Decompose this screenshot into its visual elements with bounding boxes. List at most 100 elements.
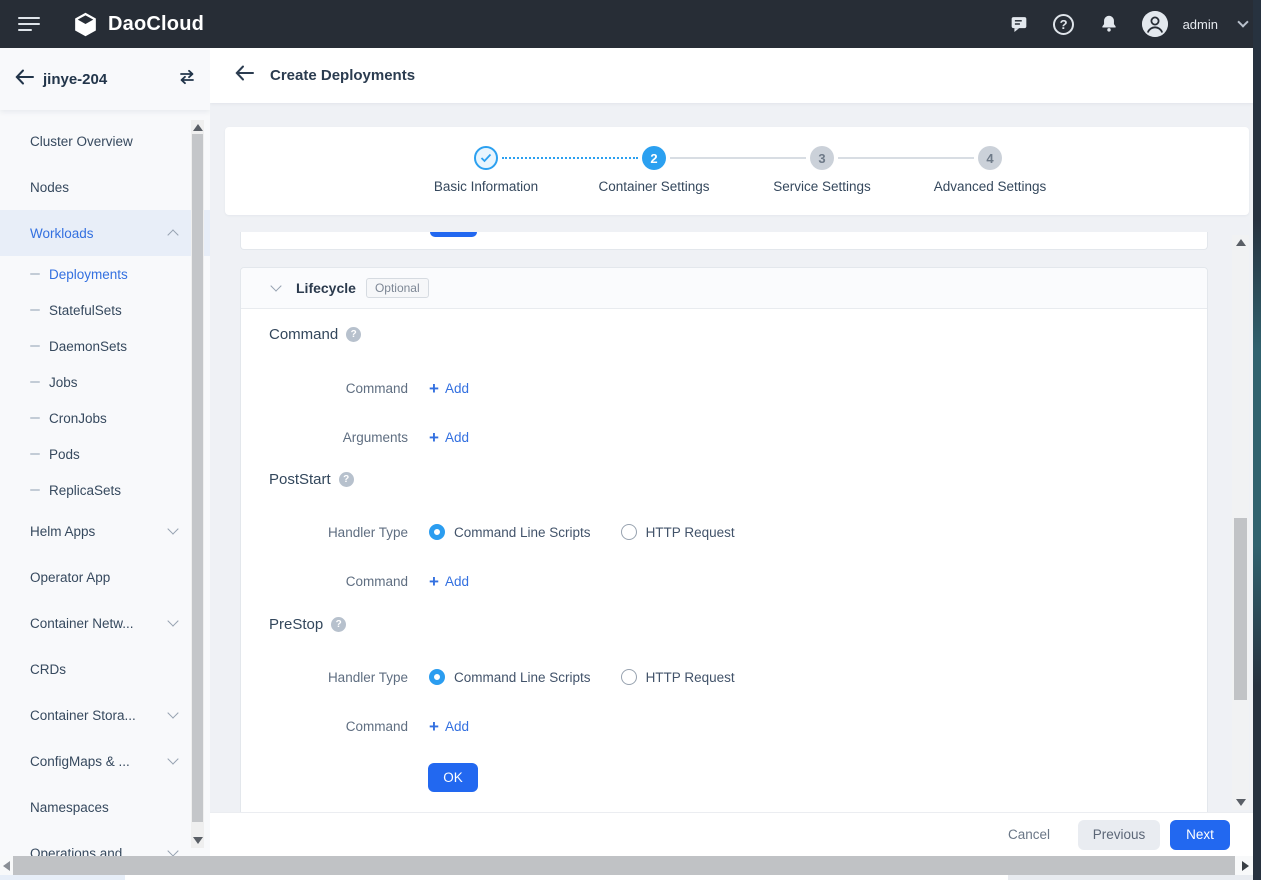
sidebar-item-label: ConfigMaps & ... xyxy=(30,754,130,769)
switch-cluster-icon[interactable] xyxy=(178,69,196,90)
sidebar-item-label: Pods xyxy=(49,447,80,462)
header-actions: ? admin xyxy=(1007,0,1247,48)
field-label: Handler Type xyxy=(241,670,408,685)
wizard-footer: Cancel Previous Next xyxy=(210,812,1253,856)
prestop-heading: PreStop ? xyxy=(269,616,346,633)
sidebar-item-crds[interactable]: CRDs xyxy=(0,646,210,692)
ok-button-partial[interactable] xyxy=(430,232,477,237)
step-label: Service Settings xyxy=(742,179,902,194)
sidebar-item-replicasets[interactable]: ReplicaSets xyxy=(0,472,210,508)
back-arrow-icon[interactable] xyxy=(235,65,254,86)
back-arrow-icon[interactable] xyxy=(15,69,34,90)
dash-icon xyxy=(30,381,40,383)
chevron-down-icon xyxy=(167,753,178,764)
lifecycle-section-header[interactable]: Lifecycle Optional xyxy=(241,268,1207,309)
radio-command-line-scripts[interactable] xyxy=(429,669,445,685)
sidebar-item-deployments[interactable]: Deployments xyxy=(0,256,210,292)
brand-logo[interactable]: DaoCloud xyxy=(72,11,204,38)
dash-icon xyxy=(30,453,40,455)
chevron-up-icon xyxy=(167,229,178,240)
scrollbar-thumb[interactable] xyxy=(13,856,1235,875)
lifecycle-card: Lifecycle Optional Command ? Command + A… xyxy=(240,267,1208,813)
sidebar-item-label: Cluster Overview xyxy=(30,134,133,149)
sidebar-item-configmaps[interactable]: ConfigMaps & ... xyxy=(0,738,210,784)
scroll-up-icon[interactable] xyxy=(193,124,203,131)
previous-button[interactable]: Previous xyxy=(1078,820,1160,850)
help-icon[interactable]: ? xyxy=(1052,12,1076,36)
next-button[interactable]: Next xyxy=(1170,820,1230,850)
scrollbar-thumb[interactable] xyxy=(1234,518,1247,700)
radio-label: Command Line Scripts xyxy=(454,525,591,540)
daocloud-cube-icon xyxy=(72,11,99,38)
page-vertical-scrollbar[interactable] xyxy=(1253,0,1261,880)
notification-bell-icon[interactable] xyxy=(1097,12,1121,36)
sidebar-item-namespaces[interactable]: Namespaces xyxy=(0,784,210,830)
poststart-command-row: Command + Add xyxy=(241,569,469,593)
sidebar-item-cluster-overview[interactable]: Cluster Overview xyxy=(0,118,210,164)
sidebar-item-jobs[interactable]: Jobs xyxy=(0,364,210,400)
check-icon xyxy=(480,153,492,163)
step-circle-2: 2 xyxy=(642,146,666,170)
help-icon[interactable]: ? xyxy=(339,472,354,487)
radio-command-line-scripts[interactable] xyxy=(429,524,445,540)
add-prestop-command-button[interactable]: + Add xyxy=(429,718,469,735)
sidebar-item-label: Jobs xyxy=(49,375,78,390)
sidebar: jinye-204 Cluster Overview Nodes Workloads… xyxy=(0,48,210,880)
help-icon[interactable]: ? xyxy=(331,617,346,632)
radio-label: HTTP Request xyxy=(646,525,735,540)
page-bottom-strip xyxy=(0,875,1253,880)
scroll-left-icon[interactable] xyxy=(3,861,10,871)
sidebar-item-container-stora[interactable]: Container Stora... xyxy=(0,692,210,738)
step-circle-1 xyxy=(474,146,498,170)
ok-button[interactable]: OK xyxy=(428,763,478,792)
sidebar-item-label: DaemonSets xyxy=(49,339,127,354)
sidebar-scrollbar[interactable] xyxy=(191,120,204,848)
plus-icon: + xyxy=(429,380,439,397)
sidebar-item-workloads[interactable]: Workloads xyxy=(0,210,210,256)
sidebar-item-container-netw[interactable]: Container Netw... xyxy=(0,600,210,646)
poststart-heading: PostStart ? xyxy=(269,471,354,488)
add-command-button[interactable]: + Add xyxy=(429,380,469,397)
add-poststart-command-button[interactable]: + Add xyxy=(429,573,469,590)
plus-icon: + xyxy=(429,718,439,735)
user-avatar[interactable] xyxy=(1142,11,1168,37)
radio-label: HTTP Request xyxy=(646,670,735,685)
sidebar-item-helm-apps[interactable]: Helm Apps xyxy=(0,508,210,554)
sidebar-item-operator-app[interactable]: Operator App xyxy=(0,554,210,600)
poststart-handler-row: Handler Type Command Line Scripts HTTP R… xyxy=(241,520,765,544)
sidebar-item-label: Operator App xyxy=(30,570,110,585)
dash-icon xyxy=(30,345,40,347)
scrollbar-thumb[interactable] xyxy=(192,134,203,822)
chevron-down-icon[interactable] xyxy=(1237,16,1248,27)
step-connector xyxy=(670,157,806,159)
scroll-down-icon[interactable] xyxy=(1236,799,1246,806)
sidebar-item-label: StatefulSets xyxy=(49,303,122,318)
scroll-right-icon[interactable] xyxy=(1242,861,1249,871)
sidebar-item-daemonsets[interactable]: DaemonSets xyxy=(0,328,210,364)
previous-section-card xyxy=(240,232,1208,250)
cancel-button[interactable]: Cancel xyxy=(1008,827,1050,842)
message-icon[interactable] xyxy=(1007,12,1031,36)
brand-name: DaoCloud xyxy=(108,13,204,36)
prestop-handler-row: Handler Type Command Line Scripts HTTP R… xyxy=(241,665,765,689)
sidebar-item-cronjobs[interactable]: CronJobs xyxy=(0,400,210,436)
page-title: Create Deployments xyxy=(270,67,415,84)
content-scrollbar[interactable] xyxy=(1232,235,1249,810)
radio-http-request[interactable] xyxy=(621,669,637,685)
radio-http-request[interactable] xyxy=(621,524,637,540)
main-content: Create Deployments Basic Information2Con… xyxy=(210,48,1253,880)
sidebar-item-statefulsets[interactable]: StatefulSets xyxy=(0,292,210,328)
add-arguments-button[interactable]: + Add xyxy=(429,429,469,446)
horizontal-scrollbar[interactable] xyxy=(0,856,1253,875)
sidebar-item-label: Nodes xyxy=(30,180,69,195)
scroll-down-icon[interactable] xyxy=(193,837,203,844)
sidebar-item-pods[interactable]: Pods xyxy=(0,436,210,472)
sidebar-item-nodes[interactable]: Nodes xyxy=(0,164,210,210)
dash-icon xyxy=(30,417,40,419)
help-icon[interactable]: ? xyxy=(346,327,361,342)
hamburger-menu-icon[interactable] xyxy=(18,13,40,35)
field-label: Command xyxy=(241,381,408,396)
sidebar-item-label: Workloads xyxy=(30,226,94,241)
sidebar-header: jinye-204 xyxy=(0,48,210,110)
scroll-up-icon[interactable] xyxy=(1236,239,1246,246)
